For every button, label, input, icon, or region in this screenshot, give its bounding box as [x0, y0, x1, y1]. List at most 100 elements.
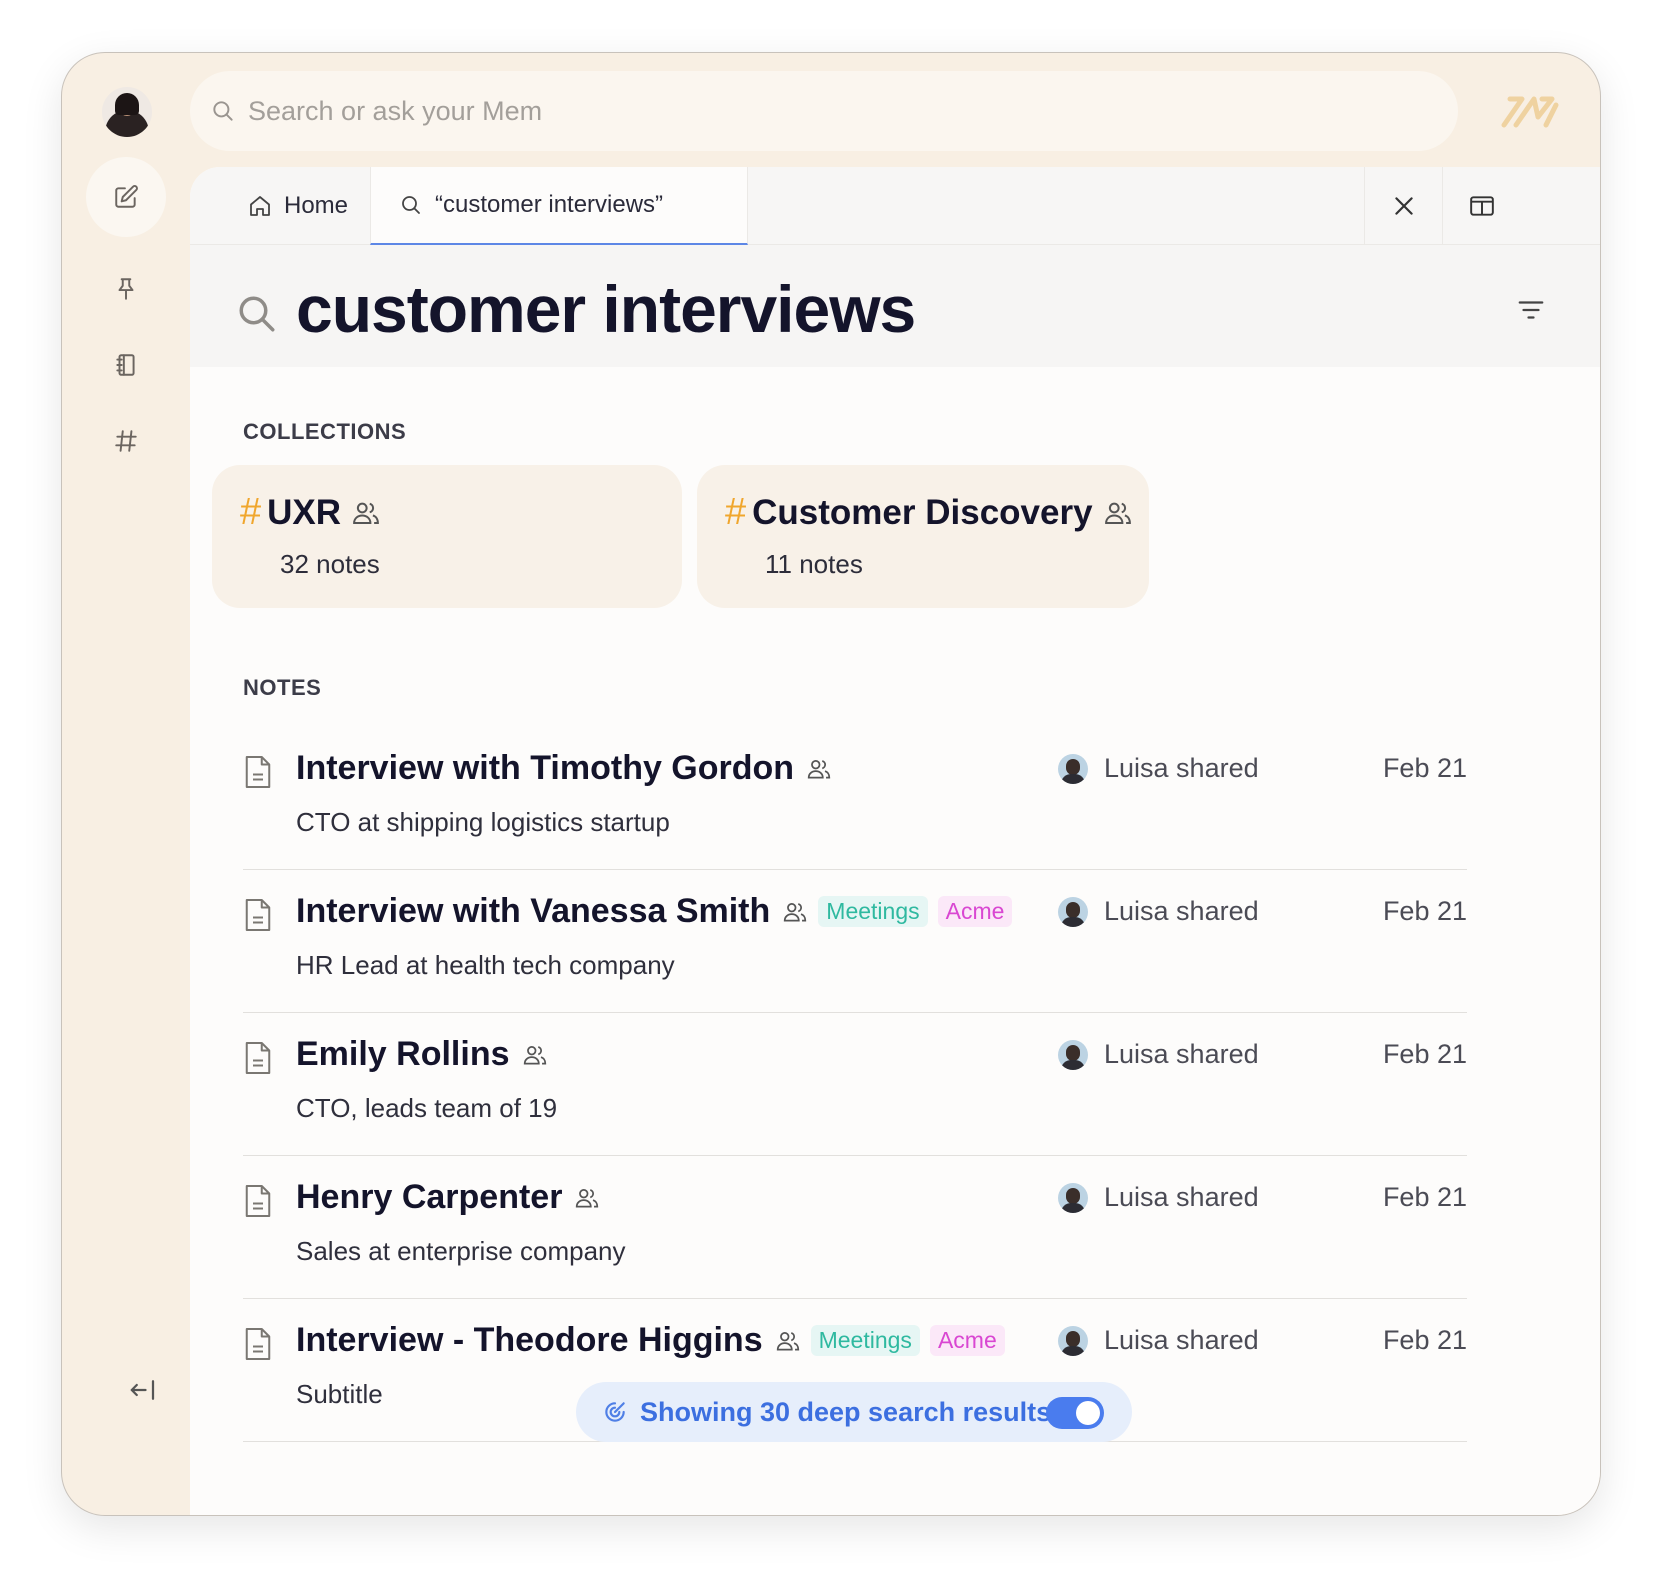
note-subtitle: Sales at enterprise company — [296, 1236, 626, 1266]
split-view-button[interactable] — [1442, 167, 1520, 245]
document-icon — [245, 899, 271, 931]
notebook-icon — [116, 354, 135, 376]
filter-icon[interactable] — [1516, 295, 1546, 325]
avatar — [1058, 1039, 1088, 1070]
note-subtitle: Subtitle — [296, 1379, 383, 1409]
shared-label: Luisa shared — [1104, 753, 1259, 783]
collection-card[interactable]: # UXR 32 notes — [212, 465, 682, 608]
edit-icon — [115, 185, 138, 208]
tab-home-label: Home — [284, 192, 349, 219]
note-shared-by: Luisa shared — [1058, 896, 1259, 927]
note-date: Feb 21 — [1382, 1325, 1467, 1355]
note-shared-by: Luisa shared — [1058, 753, 1259, 784]
close-icon — [1394, 197, 1413, 215]
hash-icon: # — [240, 491, 262, 533]
note-title-line: Henry Carpenter — [296, 1178, 600, 1217]
avatar — [1058, 896, 1088, 927]
avatar — [1058, 753, 1088, 784]
note-subtitle: CTO at shipping logistics startup — [296, 807, 670, 837]
tag-acme[interactable]: Acme — [929, 1325, 1005, 1356]
user-avatar[interactable] — [102, 87, 152, 137]
pin-icon — [118, 278, 134, 300]
global-search-bar[interactable] — [190, 71, 1458, 151]
document-icon — [245, 1185, 271, 1217]
note-date: Feb 21 — [1382, 1182, 1467, 1212]
note-subtitle: CTO, leads team of 19 — [296, 1093, 558, 1123]
avatar — [1058, 1325, 1088, 1356]
tab-search-results[interactable]: “customer interviews” — [370, 167, 748, 245]
note-title-line: Emily Rollins — [296, 1035, 548, 1074]
tag-meetings[interactable]: Meetings — [818, 896, 928, 927]
note-shared-by: Luisa shared — [1058, 1182, 1259, 1213]
note-date: Feb 21 — [1382, 753, 1467, 783]
main-panel: Home “customer interviews” customer inte… — [190, 167, 1600, 1515]
pinned-button[interactable] — [86, 249, 166, 329]
tab-search-label: “customer interviews” — [435, 191, 664, 218]
collection-count: 32 notes — [280, 549, 380, 579]
tab-home[interactable]: Home — [248, 167, 348, 245]
document-icon — [245, 756, 271, 788]
collections-button[interactable] — [86, 401, 166, 481]
shared-people-icon — [1104, 502, 1131, 524]
page-title: customer interviews — [296, 272, 916, 346]
document-icon — [245, 1042, 271, 1074]
note-row[interactable]: Interview with Vanessa Smith Meetings Ac… — [243, 870, 1467, 1013]
note-title: Interview with Timothy Gordon — [296, 749, 795, 787]
shared-label: Luisa shared — [1104, 1182, 1259, 1212]
note-row[interactable]: Interview with Timothy Gordon CTO at shi… — [243, 727, 1467, 870]
close-tab-button[interactable] — [1364, 167, 1442, 245]
mem-logo-icon[interactable] — [1500, 91, 1562, 131]
hash-icon: # — [725, 491, 747, 533]
note-shared-by: Luisa shared — [1058, 1039, 1259, 1070]
deep-search-toast: Showing 30 deep search results — [576, 1382, 1132, 1442]
note-date: Feb 21 — [1382, 1039, 1467, 1069]
tag-meetings[interactable]: Meetings — [810, 1325, 920, 1356]
note-subtitle: HR Lead at health tech company — [296, 950, 675, 980]
tab-bar: Home “customer interviews” — [190, 167, 1600, 245]
search-icon — [239, 296, 275, 332]
search-icon — [213, 101, 233, 121]
collections-heading: COLLECTIONS — [243, 419, 407, 444]
note-date: Feb 21 — [1382, 896, 1467, 926]
collection-card[interactable]: # Customer Discovery 11 notes — [697, 465, 1149, 608]
notes-heading: NOTES — [243, 675, 322, 700]
collection-name: Customer Discovery — [752, 492, 1093, 532]
note-title: Interview with Vanessa Smith — [296, 892, 771, 930]
note-title: Interview - Theodore Higgins — [296, 1321, 763, 1359]
note-title-line: Interview with Vanessa Smith Meetings Ac… — [296, 892, 1013, 931]
deep-search-toggle[interactable] — [1046, 1397, 1104, 1429]
tag-acme[interactable]: Acme — [937, 896, 1013, 927]
notebooks-button[interactable] — [86, 325, 166, 405]
deep-search-label: Showing 30 deep search results — [640, 1396, 1052, 1427]
shared-people-icon — [807, 759, 831, 779]
note-row[interactable]: Henry Carpenter Sales at enterprise comp… — [243, 1156, 1467, 1299]
note-title-line: Interview - Theodore Higgins Meetings Ac… — [296, 1321, 1005, 1360]
note-row[interactable]: Emily Rollins CTO, leads team of 19 Luis… — [243, 1013, 1467, 1156]
note-shared-by: Luisa shared — [1058, 1325, 1259, 1356]
new-note-button[interactable] — [86, 157, 166, 237]
avatar — [1058, 1182, 1088, 1213]
shared-people-icon — [353, 502, 379, 524]
results-header: customer interviews — [190, 245, 1600, 367]
home-icon — [250, 196, 270, 216]
collection-name: UXR — [267, 492, 342, 532]
shared-label: Luisa shared — [1104, 1325, 1259, 1355]
app-window: Home “customer interviews” customer inte… — [61, 52, 1601, 1516]
split-panel-icon — [1469, 196, 1494, 216]
document-icon — [245, 1328, 271, 1360]
collapse-sidebar-icon[interactable] — [128, 1375, 158, 1405]
shared-people-icon — [784, 902, 807, 922]
search-input[interactable] — [248, 95, 1398, 127]
note-title-line: Interview with Timothy Gordon — [296, 749, 832, 788]
hash-icon — [115, 430, 137, 452]
shared-people-icon — [576, 1188, 599, 1208]
note-title: Henry Carpenter — [296, 1178, 563, 1216]
shared-label: Luisa shared — [1104, 896, 1259, 926]
shared-people-icon — [523, 1045, 546, 1065]
collection-title: # UXR — [240, 491, 381, 534]
collection-title: # Customer Discovery — [725, 491, 1133, 534]
deep-search-icon — [605, 1402, 625, 1422]
shared-label: Luisa shared — [1104, 1039, 1259, 1069]
search-icon — [402, 196, 420, 214]
collection-count: 11 notes — [765, 549, 863, 579]
